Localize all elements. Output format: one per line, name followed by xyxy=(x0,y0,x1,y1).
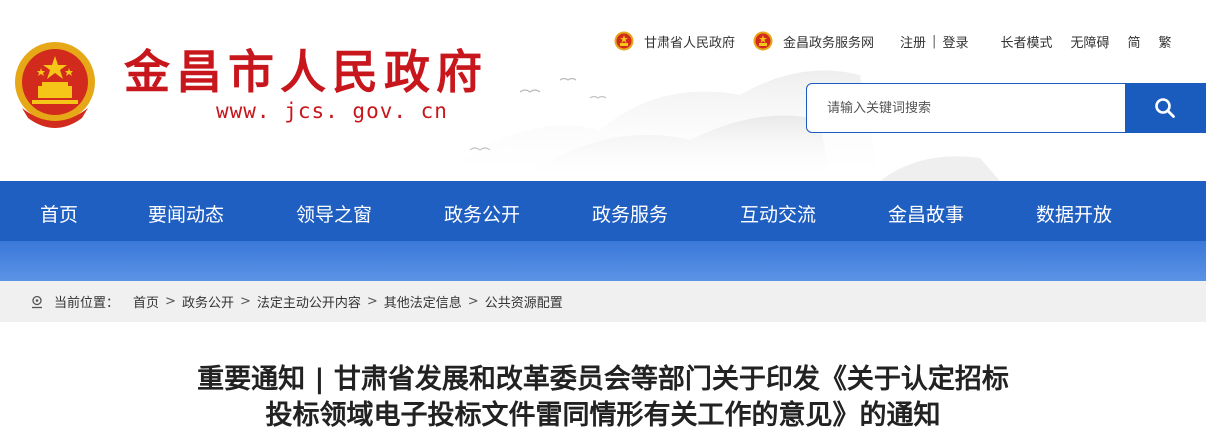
nav-item-gov-service[interactable]: 政务服务 xyxy=(592,200,668,227)
search-button[interactable] xyxy=(1125,84,1205,132)
accessible-link[interactable]: 无障碍 xyxy=(1070,32,1109,51)
breadcrumb-item[interactable]: 其他法定信息 xyxy=(384,292,462,311)
breadcrumb-separator: > xyxy=(366,294,378,309)
article-title-line: 重要通知 | 甘肃省发展和改革委员会等部门关于印发《关于认定招标 xyxy=(197,364,1009,395)
breadcrumb-item[interactable]: 首页 xyxy=(133,292,159,311)
search-icon xyxy=(1155,98,1175,118)
traditional-chinese-link[interactable]: 繁 xyxy=(1159,32,1172,51)
site-url: www. jcs. gov. cn xyxy=(216,99,448,123)
breadcrumb-item[interactable]: 公共资源配置 xyxy=(485,292,563,311)
link-province-gov[interactable]: 甘肃省人民政府 xyxy=(644,32,735,51)
article-title-line: 投标领域电子投标文件雷同情形有关工作的意见》的通知 xyxy=(265,400,941,431)
site-header: 金昌市人民政府 www. jcs. gov. cn 甘肃省人民政府 金昌政务服务… xyxy=(0,0,1206,181)
nav-item-home[interactable]: 首页 xyxy=(40,200,78,227)
search-box xyxy=(806,83,1206,133)
nav-item-gov-open[interactable]: 政务公开 xyxy=(444,200,520,227)
simplified-chinese-link[interactable]: 简 xyxy=(1127,32,1140,51)
site-title: 金昌市人民政府 xyxy=(124,45,488,99)
main-nav: 首页 要闻动态 领导之窗 政务公开 政务服务 互动交流 金昌故事 数据开放 xyxy=(0,181,1206,241)
nav-item-stories[interactable]: 金昌故事 xyxy=(888,200,964,227)
link-separator: | xyxy=(932,33,937,49)
location-icon xyxy=(32,295,42,308)
register-link[interactable]: 注册 xyxy=(900,32,926,51)
link-gov-service[interactable]: 金昌政务服务网 xyxy=(783,32,874,51)
nav-item-leaders[interactable]: 领导之窗 xyxy=(296,200,372,227)
login-link[interactable]: 登录 xyxy=(942,32,968,51)
emblem-icon xyxy=(753,31,773,51)
nav-item-open-data[interactable]: 数据开放 xyxy=(1036,200,1112,227)
article-title: 重要通知 | 甘肃省发展和改革委员会等部门关于印发《关于认定招标 投标领域电子投… xyxy=(0,362,1206,434)
breadcrumb-item[interactable]: 政务公开 xyxy=(182,292,234,311)
breadcrumb-separator: > xyxy=(467,294,479,309)
national-emblem xyxy=(15,42,95,128)
breadcrumb-item[interactable]: 法定主动公开内容 xyxy=(257,292,361,311)
elder-mode-link[interactable]: 长者模式 xyxy=(1000,32,1052,51)
blue-banner-band xyxy=(0,241,1206,281)
emblem-icon xyxy=(614,31,634,51)
search-input[interactable] xyxy=(807,84,1125,132)
breadcrumb-separator: > xyxy=(239,294,251,309)
top-links: 甘肃省人民政府 金昌政务服务网 注册 | 登录 长者模式 无障碍 简 繁 xyxy=(614,30,1172,52)
nav-item-interaction[interactable]: 互动交流 xyxy=(740,200,816,227)
nav-item-news[interactable]: 要闻动态 xyxy=(148,200,224,227)
breadcrumb-separator: > xyxy=(165,294,176,309)
breadcrumb: 当前位置： 首页 > 政务公开 > 法定主动公开内容 > 其他法定信息 > 公共… xyxy=(0,281,1206,322)
breadcrumb-label: 当前位置： xyxy=(54,296,120,311)
